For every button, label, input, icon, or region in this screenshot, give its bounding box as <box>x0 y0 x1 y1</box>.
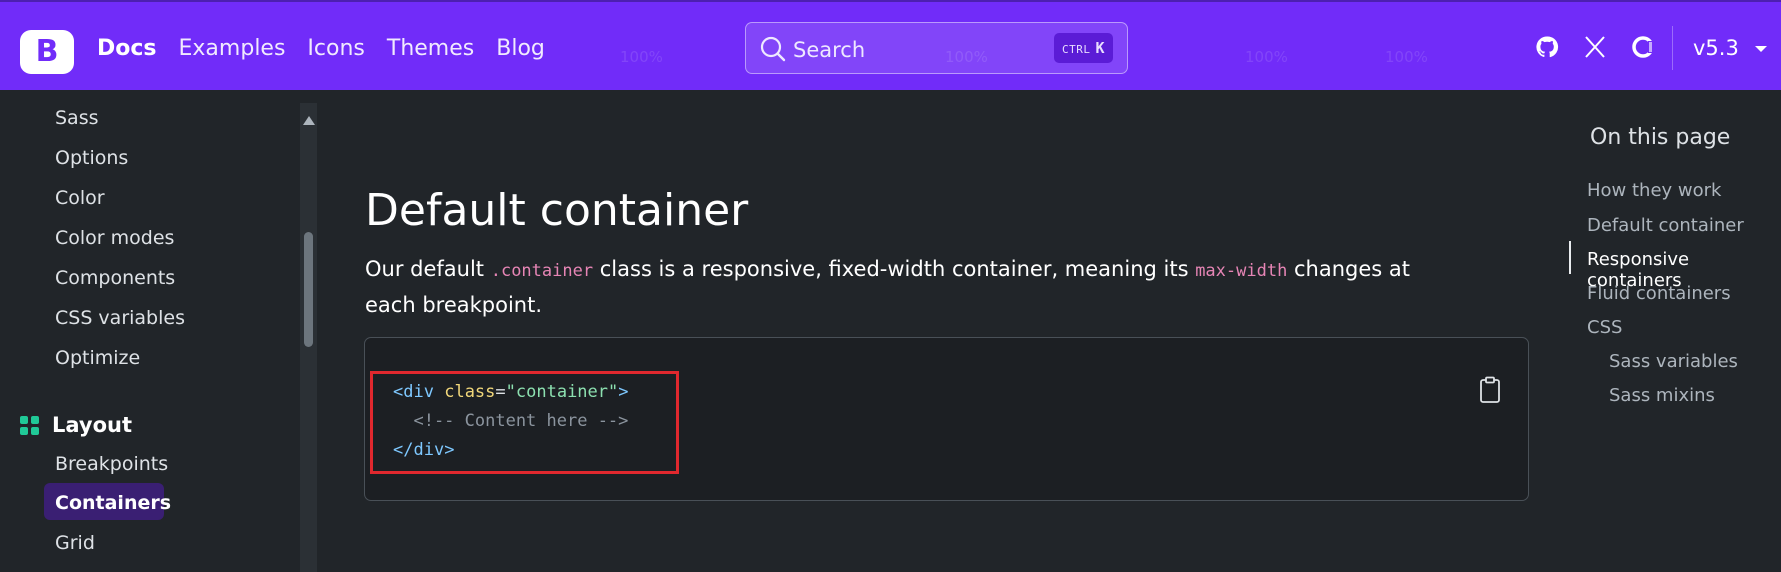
clipboard-icon[interactable] <box>1478 376 1502 404</box>
toc-item-fluid-containers[interactable]: Fluid containers <box>1587 283 1731 304</box>
bootstrap-logo[interactable]: B <box>20 30 74 74</box>
version-dropdown[interactable]: v5.3 <box>1693 36 1768 60</box>
inline-code: .container <box>490 261 594 281</box>
toc-active-indicator <box>1569 241 1571 274</box>
nav-icons <box>1535 35 1655 59</box>
grid-icon <box>20 415 39 435</box>
version-label: v5.3 <box>1693 36 1739 60</box>
toc-item-default-container[interactable]: Default container <box>1587 215 1744 236</box>
toc-item-sass-mixins[interactable]: Sass mixins <box>1609 385 1715 406</box>
sidebar-item-css-variables[interactable]: CSS variables <box>55 307 185 329</box>
sidebar-item-color[interactable]: Color <box>55 187 105 209</box>
sidebar-group-label: Layout <box>52 413 133 437</box>
sidebar-item-options[interactable]: Options <box>55 147 128 169</box>
github-icon[interactable] <box>1535 35 1559 59</box>
search-placeholder: Search <box>793 38 866 62</box>
nav-link-blog[interactable]: Blog <box>496 36 545 61</box>
scroll-up-arrow-icon[interactable] <box>303 116 315 125</box>
page-heading: Default container <box>365 185 749 236</box>
nav-link-themes[interactable]: Themes <box>387 36 474 61</box>
sidebar-item-components[interactable]: Components <box>55 267 175 289</box>
nav-link-icons[interactable]: Icons <box>307 36 364 61</box>
zoom-watermark: 100% <box>620 48 663 66</box>
sidebar-item-color-modes[interactable]: Color modes <box>55 227 174 249</box>
zoom-watermark: 100% <box>1245 48 1288 66</box>
sidebar-item-grid[interactable]: Grid <box>55 532 95 554</box>
nav-links: Docs Examples Icons Themes Blog <box>97 36 567 61</box>
zoom-watermark: 100% <box>1385 48 1428 66</box>
sidebar-item-containers[interactable]: Containers <box>55 492 171 514</box>
inline-code: max-width <box>1195 261 1288 281</box>
search-shortcut-badge: CTRL K <box>1053 33 1113 63</box>
sidebar-item-optimize[interactable]: Optimize <box>55 347 140 369</box>
sidebar-group-layout[interactable]: Layout <box>20 413 132 437</box>
x-twitter-icon[interactable] <box>1583 35 1607 59</box>
toc-item-how-they-work[interactable]: How they work <box>1587 180 1721 201</box>
toc-title: On this page <box>1590 125 1731 150</box>
toc-item-sass-variables[interactable]: Sass variables <box>1609 351 1738 372</box>
search-input[interactable]: Search CTRL K <box>745 22 1128 74</box>
search-icon <box>760 36 786 62</box>
nav-link-examples[interactable]: Examples <box>179 36 286 61</box>
top-navbar: B Docs Examples Icons Themes Blog 100% 1… <box>0 0 1781 90</box>
opencollective-icon[interactable] <box>1631 35 1655 59</box>
intro-paragraph: Our default .container class is a respon… <box>365 257 1410 317</box>
chevron-down-icon <box>1754 46 1767 52</box>
sidebar-item-sass[interactable]: Sass <box>55 107 99 129</box>
sidebar-item-breakpoints[interactable]: Breakpoints <box>55 453 168 475</box>
scrollbar-thumb[interactable] <box>304 232 313 347</box>
red-highlight-annotation <box>370 371 679 474</box>
navbar-divider <box>1672 26 1673 70</box>
toc-item-css[interactable]: CSS <box>1587 317 1622 338</box>
nav-link-docs[interactable]: Docs <box>97 36 157 61</box>
